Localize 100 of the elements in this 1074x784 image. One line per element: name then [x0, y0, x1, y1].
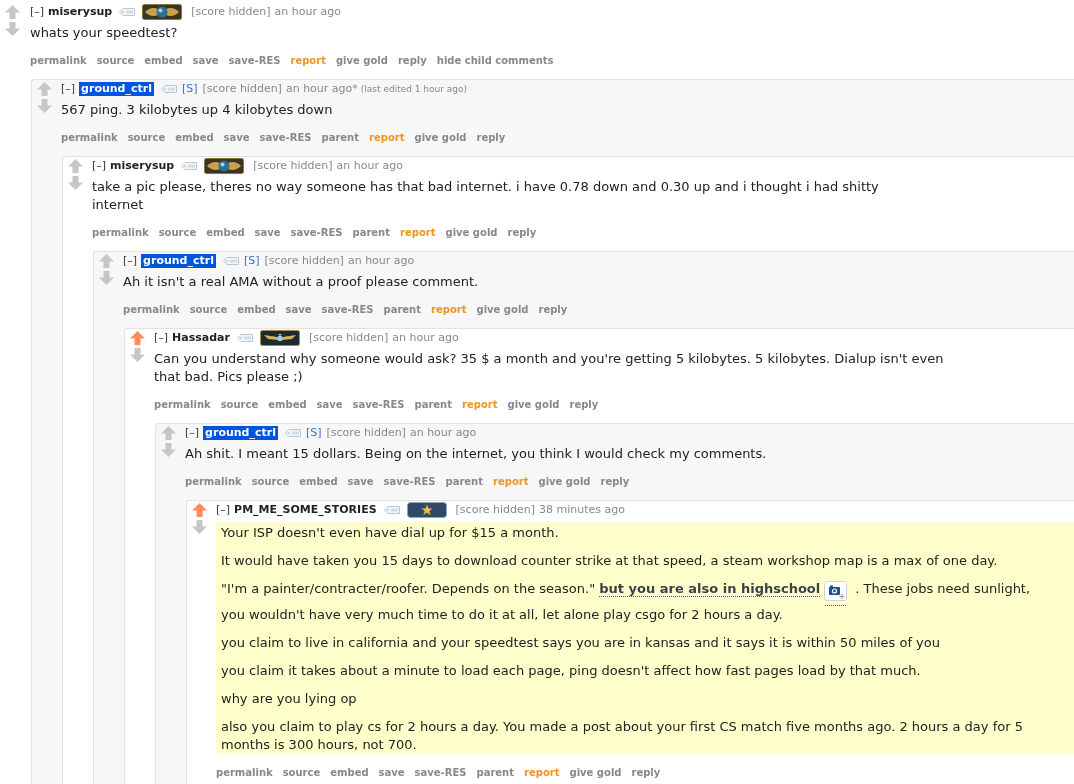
author-link[interactable]: miserysup [110, 159, 175, 173]
collapse-toggle[interactable]: [–] [92, 159, 107, 173]
action-link[interactable]: save [347, 475, 374, 487]
upvote-arrow-icon[interactable] [161, 426, 176, 440]
action-link[interactable]: report [400, 226, 436, 238]
downvote-arrow-icon[interactable] [68, 176, 83, 190]
action-link[interactable]: save-RES [414, 766, 467, 778]
action-link[interactable]: give gold [569, 766, 622, 778]
tag-icon[interactable] [284, 429, 301, 437]
downvote-arrow-icon[interactable] [192, 520, 207, 534]
action-link[interactable]: report [431, 303, 467, 315]
collapse-toggle[interactable]: [–] [216, 503, 231, 517]
action-link[interactable]: save [192, 54, 219, 66]
author-link[interactable]: ground_ctrl [203, 426, 278, 440]
upvote-arrow-icon[interactable] [130, 331, 145, 345]
collapse-toggle[interactable]: [–] [185, 426, 200, 440]
action-link[interactable]: permalink [154, 398, 211, 410]
action-link[interactable]: permalink [185, 475, 242, 487]
tag-icon[interactable] [222, 257, 239, 265]
downvote-arrow-icon[interactable] [5, 22, 20, 36]
action-link[interactable]: reply [476, 131, 506, 143]
author-link[interactable]: ground_ctrl [141, 254, 216, 268]
action-link[interactable]: parent [321, 131, 359, 143]
downvote-arrow-icon[interactable] [161, 443, 176, 457]
action-link[interactable]: save-RES [290, 226, 343, 238]
action-link[interactable]: permalink [92, 226, 149, 238]
upvote-arrow-icon[interactable] [37, 82, 52, 96]
action-link[interactable]: embed [330, 766, 369, 778]
action-link[interactable]: save [223, 131, 250, 143]
action-link[interactable]: reply [397, 54, 427, 66]
action-link[interactable]: save [378, 766, 405, 778]
author-link[interactable]: miserysup [48, 5, 113, 19]
action-link[interactable]: embed [268, 398, 307, 410]
action-link[interactable]: give gold [445, 226, 498, 238]
collapse-toggle[interactable]: [–] [123, 254, 138, 268]
action-link[interactable]: source [282, 766, 321, 778]
tag-icon[interactable] [160, 85, 177, 93]
action-link[interactable]: source [158, 226, 197, 238]
tag-icon[interactable] [236, 334, 253, 342]
action-link[interactable]: save [316, 398, 343, 410]
text-link[interactable]: but you are also in highschool [599, 581, 821, 597]
action-link[interactable]: hide child comments [436, 54, 554, 66]
action-link[interactable]: permalink [123, 303, 180, 315]
action-link[interactable]: embed [206, 226, 245, 238]
action-link[interactable]: reply [507, 226, 537, 238]
action-link[interactable]: give gold [507, 398, 560, 410]
action-link[interactable]: source [96, 54, 135, 66]
downvote-arrow-icon[interactable] [130, 348, 145, 362]
tag-icon[interactable] [383, 506, 400, 514]
action-link[interactable]: give gold [476, 303, 529, 315]
tag-icon[interactable] [181, 162, 198, 170]
action-link[interactable]: reply [569, 398, 599, 410]
action-link[interactable]: save [285, 303, 312, 315]
action-link[interactable]: save [254, 226, 281, 238]
action-link[interactable]: give gold [538, 475, 591, 487]
action-link[interactable]: permalink [30, 54, 87, 66]
action-link[interactable]: source [251, 475, 290, 487]
action-link[interactable]: parent [383, 303, 421, 315]
upvote-arrow-icon[interactable] [192, 503, 207, 517]
action-link[interactable]: save-RES [383, 475, 436, 487]
downvote-arrow-icon[interactable] [37, 99, 52, 113]
action-link[interactable]: permalink [61, 131, 118, 143]
action-link[interactable]: embed [175, 131, 214, 143]
action-link[interactable]: source [189, 303, 228, 315]
action-link[interactable]: parent [352, 226, 390, 238]
collapse-toggle[interactable]: [–] [154, 331, 169, 345]
action-link[interactable]: save-RES [228, 54, 281, 66]
action-link[interactable]: embed [299, 475, 338, 487]
action-link[interactable]: report [524, 766, 560, 778]
action-link[interactable]: reply [600, 475, 630, 487]
action-link[interactable]: permalink [216, 766, 273, 778]
action-link[interactable]: save-RES [259, 131, 312, 143]
action-link[interactable]: report [369, 131, 405, 143]
action-link[interactable]: report [290, 54, 326, 66]
action-link[interactable]: embed [237, 303, 276, 315]
action-link[interactable]: report [493, 475, 529, 487]
action-link[interactable]: give gold [335, 54, 388, 66]
action-link[interactable]: give gold [414, 131, 467, 143]
camera-icon[interactable] [824, 581, 848, 606]
action-link[interactable]: parent [414, 398, 452, 410]
action-link[interactable]: report [462, 398, 498, 410]
author-link[interactable]: PM_ME_SOME_STORIES [234, 503, 377, 517]
collapse-toggle[interactable]: [–] [30, 5, 45, 19]
upvote-arrow-icon[interactable] [68, 159, 83, 173]
upvote-arrow-icon[interactable] [99, 254, 114, 268]
action-link[interactable]: reply [631, 766, 661, 778]
action-link[interactable]: reply [538, 303, 568, 315]
author-link[interactable]: Hassadar [172, 331, 230, 345]
action-link[interactable]: embed [144, 54, 183, 66]
tag-icon[interactable] [119, 8, 136, 16]
action-link[interactable]: save-RES [352, 398, 405, 410]
action-link[interactable]: source [220, 398, 259, 410]
action-link[interactable]: source [127, 131, 166, 143]
author-link[interactable]: ground_ctrl [79, 82, 154, 96]
action-link[interactable]: parent [445, 475, 483, 487]
collapse-toggle[interactable]: [–] [61, 82, 76, 96]
downvote-arrow-icon[interactable] [99, 271, 114, 285]
action-link[interactable]: save-RES [321, 303, 374, 315]
action-link[interactable]: parent [476, 766, 514, 778]
upvote-arrow-icon[interactable] [5, 5, 20, 19]
